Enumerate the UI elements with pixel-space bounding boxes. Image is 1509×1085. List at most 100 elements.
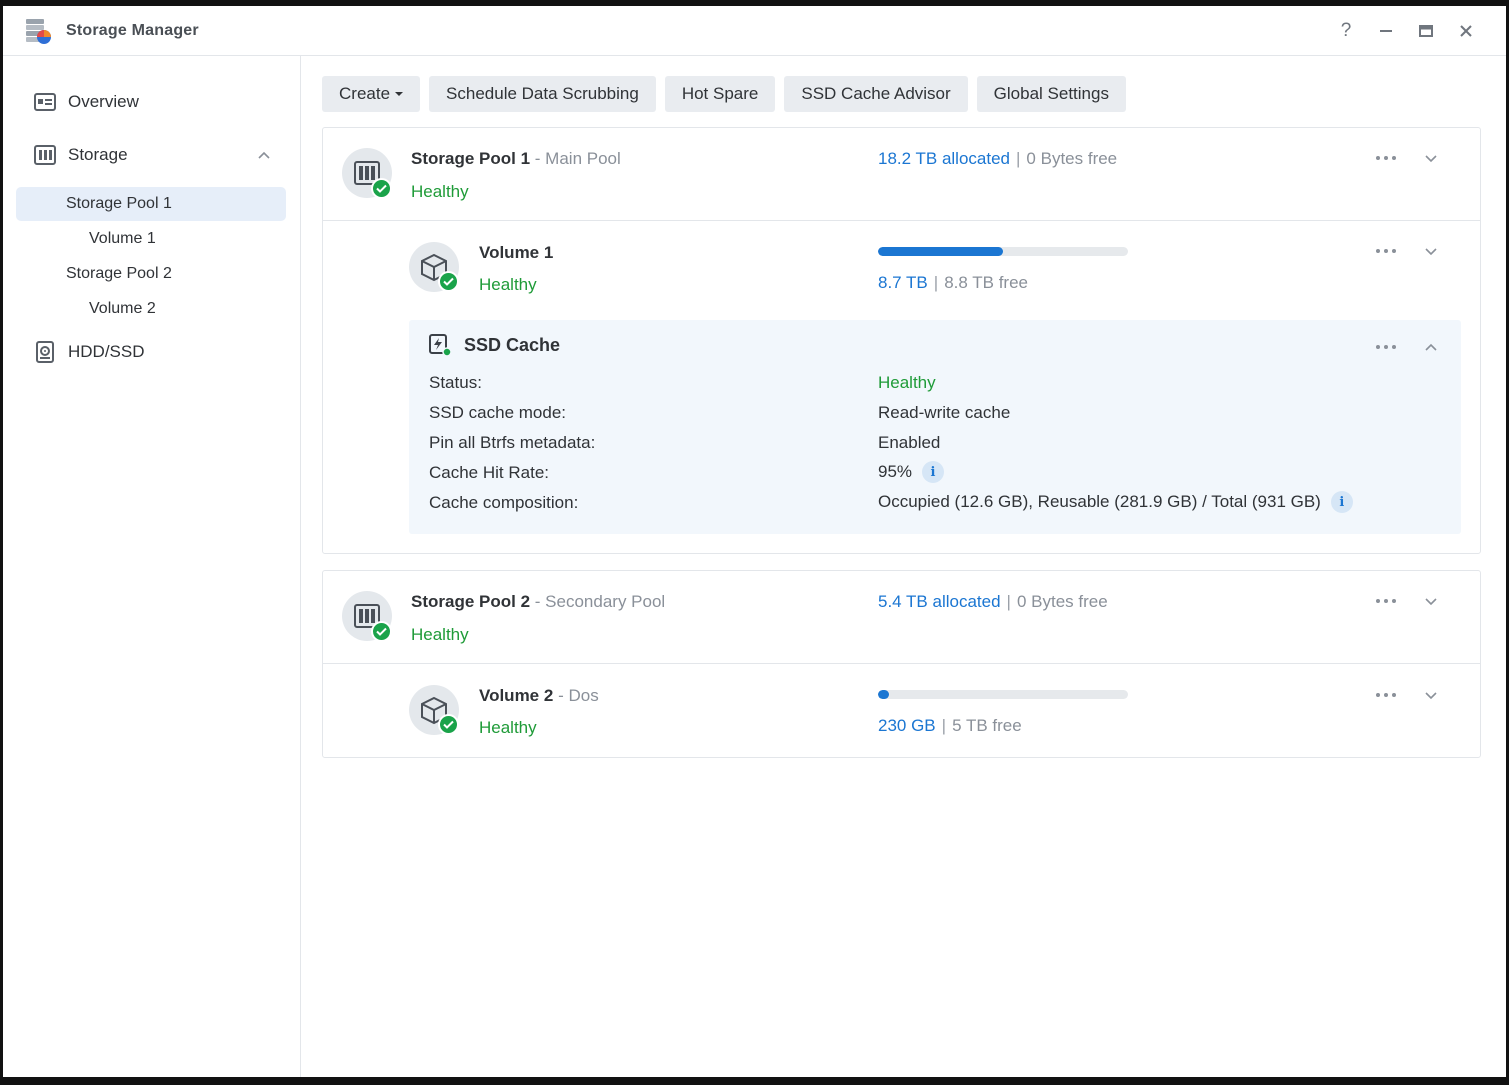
cache-hit-rate-text: 95% <box>878 462 913 481</box>
cache-status-label: Status: <box>429 373 482 392</box>
sidebar-item-overview[interactable]: Overview <box>17 85 287 119</box>
storage-icon <box>33 143 57 167</box>
storage-pool-2-header[interactable]: Storage Pool 2 - Secondary Pool Healthy … <box>323 571 1480 664</box>
volume-used: 8.7 TB <box>878 273 928 292</box>
overview-icon <box>33 90 57 114</box>
ssd-cache-title: SSD Cache <box>464 335 561 355</box>
volume-separator: - <box>558 686 564 705</box>
storage-manager-window: Storage Manager ? Overview Storage Stora… <box>3 6 1506 1077</box>
sidebar-item-hdd-ssd[interactable]: HDD/SSD <box>17 335 287 369</box>
pool-status: Healthy <box>411 625 469 644</box>
volume-usage-bar <box>878 247 1128 256</box>
sidebar-item-label: Overview <box>68 92 139 111</box>
volume-usage-fill <box>878 690 890 699</box>
storage-manager-app-icon <box>26 19 51 44</box>
info-icon[interactable]: i <box>922 461 945 483</box>
ssd-cache-advisor-button[interactable]: SSD Cache Advisor <box>784 76 968 112</box>
capacity-divider: | <box>1006 592 1011 611</box>
more-options-icon[interactable] <box>1374 244 1398 258</box>
more-options-icon[interactable] <box>1374 594 1398 608</box>
cache-hit-rate-value: 95% i <box>878 461 945 483</box>
minimize-icon <box>1380 30 1392 32</box>
create-button[interactable]: Create <box>322 76 421 112</box>
volume-capacity: 230 GB | 5 TB free <box>878 716 1022 736</box>
pin-metadata-label: Pin all Btrfs metadata: <box>429 433 596 452</box>
ssd-cache-icon <box>429 334 451 356</box>
sidebar-item-volume-2[interactable]: Volume 2 <box>16 292 286 326</box>
volume-2-row[interactable]: Volume 2 - Dos Healthy 230 GB | 5 TB free <box>323 665 1480 758</box>
volume-usage-fill <box>878 247 1003 256</box>
sidebar-item-label: HDD/SSD <box>68 342 145 361</box>
volume-title: Volume 2 - Dos <box>479 686 599 706</box>
chevron-down-icon[interactable] <box>1424 151 1438 165</box>
volume-name: Volume 2 <box>479 686 554 705</box>
cache-composition-text: Occupied (12.6 GB), Reusable (281.9 GB) … <box>878 492 1321 511</box>
sidebar-item-storage-pool-1[interactable]: Storage Pool 1 <box>16 187 286 221</box>
pool-subtitle: Main Pool <box>545 149 621 168</box>
volume-free: 5 TB free <box>952 716 1022 735</box>
pool-free: 0 Bytes free <box>1016 592 1108 611</box>
chevron-up-icon[interactable] <box>257 148 271 162</box>
main-content: Create Schedule Data Scrubbing Hot Spare… <box>302 56 1506 1077</box>
pool-capacity: 5.4 TB allocated | 0 Bytes free <box>878 592 1108 612</box>
help-button[interactable]: ? <box>1333 18 1359 44</box>
maximize-button[interactable] <box>1413 18 1439 44</box>
ssd-cache-section: SSD Cache Status: Healthy SSD cache mode… <box>409 320 1461 534</box>
capacity-divider: | <box>933 273 939 292</box>
chevron-down-icon[interactable] <box>1424 594 1438 608</box>
cache-composition-value: Occupied (12.6 GB), Reusable (281.9 GB) … <box>878 491 1353 513</box>
volume-1-row[interactable]: Volume 1 Healthy 8.7 TB | 8.8 TB free <box>323 221 1480 314</box>
pool-status: Healthy <box>411 182 469 201</box>
create-button-label: Create <box>339 84 391 103</box>
volume-used: 230 GB <box>878 716 936 735</box>
window-title: Storage Manager <box>66 22 199 39</box>
pool-allocated: 18.2 TB allocated <box>878 149 1010 168</box>
hdd-icon <box>33 340 57 364</box>
sidebar-item-label: Storage <box>68 145 128 164</box>
healthy-check-icon <box>371 178 392 199</box>
global-settings-button[interactable]: Global Settings <box>976 76 1126 112</box>
pool-name: Storage Pool 1 <box>411 149 531 168</box>
cache-hit-rate-label: Cache Hit Rate: <box>429 463 549 482</box>
sidebar: Overview Storage Storage Pool 1 Volume 1… <box>3 56 301 1077</box>
pool-title: Storage Pool 2 - Secondary Pool <box>411 592 665 612</box>
schedule-data-scrubbing-button[interactable]: Schedule Data Scrubbing <box>429 76 656 112</box>
pin-metadata-value: Enabled <box>878 433 941 452</box>
hot-spare-button[interactable]: Hot Spare <box>664 76 776 112</box>
pool-allocated: 5.4 TB allocated <box>878 592 1001 611</box>
more-options-icon[interactable] <box>1374 151 1398 165</box>
chevron-down-icon[interactable] <box>1424 688 1438 702</box>
more-options-icon[interactable] <box>1374 688 1398 702</box>
volume-status: Healthy <box>479 275 537 294</box>
storage-pool-1-header[interactable]: Storage Pool 1 - Main Pool Healthy 18.2 … <box>323 128 1480 221</box>
volume-usage-bar <box>878 690 1128 699</box>
cache-composition-label: Cache composition: <box>429 493 579 512</box>
chevron-down-icon[interactable] <box>1424 244 1438 258</box>
cache-mode-value: Read-write cache <box>878 403 1011 422</box>
pool-separator: - <box>534 149 541 168</box>
pool-title: Storage Pool 1 - Main Pool <box>411 149 621 169</box>
cache-mode-label: SSD cache mode: <box>429 403 567 422</box>
pool-capacity: 18.2 TB allocated | 0 Bytes free <box>878 149 1117 169</box>
volume-name: Volume 1 <box>479 243 554 262</box>
pool-subtitle: Secondary Pool <box>545 592 666 611</box>
sidebar-item-volume-1[interactable]: Volume 1 <box>16 222 286 256</box>
maximize-icon <box>1419 25 1433 37</box>
info-icon[interactable]: i <box>1330 491 1353 513</box>
close-icon <box>1460 25 1472 37</box>
minimize-button[interactable] <box>1373 18 1399 44</box>
pool-separator: - <box>534 592 541 611</box>
close-button[interactable] <box>1453 18 1479 44</box>
cache-status-value: Healthy <box>878 373 936 392</box>
chevron-up-icon[interactable] <box>1424 340 1438 354</box>
caret-down-icon <box>395 92 404 96</box>
sidebar-item-storage[interactable]: Storage <box>17 138 287 172</box>
healthy-check-icon <box>371 621 392 642</box>
sidebar-item-storage-pool-2[interactable]: Storage Pool 2 <box>16 257 286 291</box>
capacity-divider: | <box>941 716 947 735</box>
storage-pool-2-panel: Storage Pool 2 - Secondary Pool Healthy … <box>322 570 1481 758</box>
healthy-check-icon <box>438 714 459 735</box>
more-options-icon[interactable] <box>1374 340 1398 354</box>
title-bar: Storage Manager ? <box>3 6 1506 56</box>
volume-subtitle: Dos <box>568 686 599 705</box>
